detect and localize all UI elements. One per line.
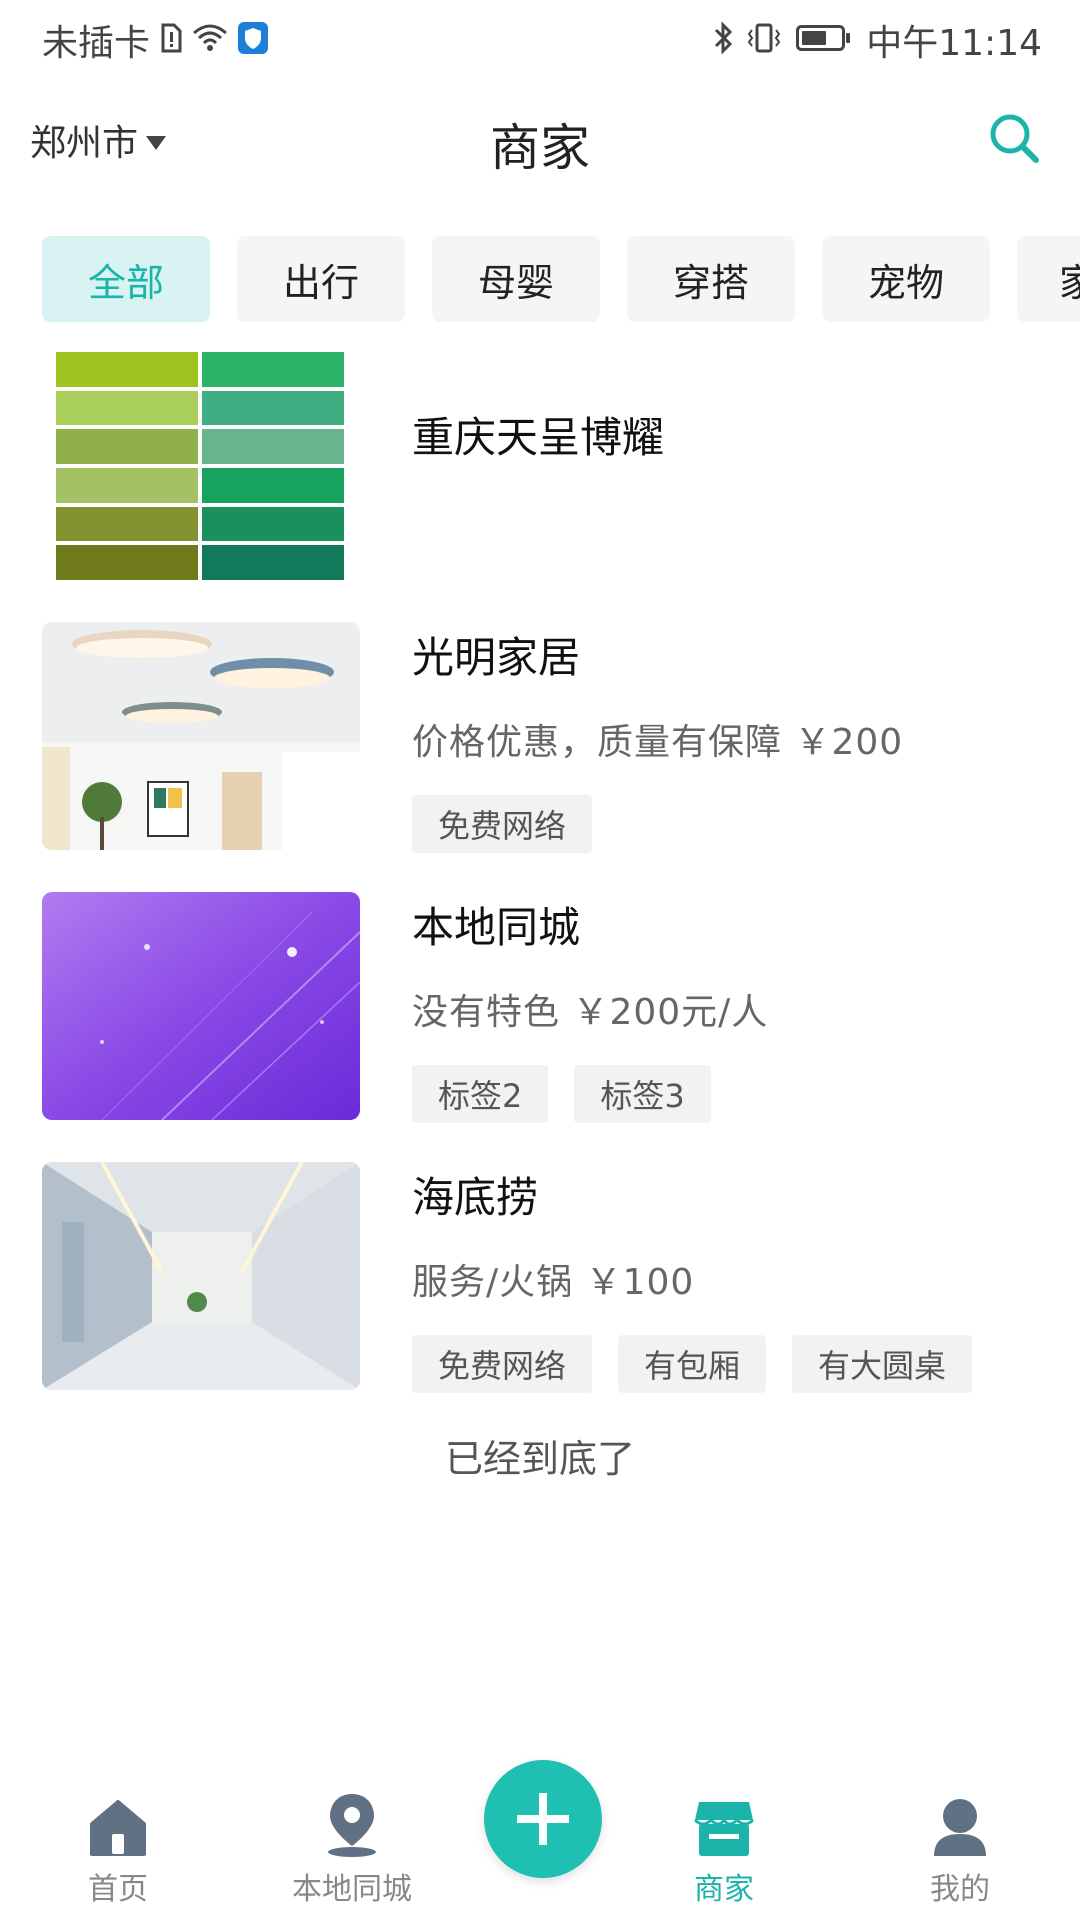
merchant-thumbnail	[42, 622, 360, 850]
shield-icon	[238, 22, 269, 58]
nav-mine[interactable]: 我的	[870, 1792, 1050, 1908]
search-button[interactable]	[986, 110, 1042, 166]
merchant-info: 重庆天呈博耀	[412, 402, 1050, 465]
tab-label: 出行	[282, 260, 359, 305]
vibrate-icon	[746, 22, 782, 58]
merchant-item[interactable]: 光明家居 价格优惠，质量有保障 ￥200 免费网络	[0, 622, 1080, 892]
bottom-nav: 首页 本地同城 商家 我的	[0, 1760, 1080, 1920]
merchant-thumbnail	[42, 1162, 360, 1390]
color-palette-image	[56, 352, 344, 580]
merchant-tag: 有大圆桌	[792, 1335, 973, 1393]
tab-label: 母婴	[477, 260, 554, 305]
merchant-thumbnail	[42, 892, 360, 1120]
nav-label: 我的	[930, 1872, 990, 1907]
merchant-info: 光明家居 价格优惠，质量有保障 ￥200 免费网络	[412, 622, 1050, 853]
merchant-name: 重庆天呈博耀	[412, 413, 665, 462]
user-icon	[870, 1792, 1050, 1858]
page-title: 商家	[490, 119, 590, 177]
app-header: 郑州市 商家	[0, 90, 1080, 190]
merchant-info: 本地同城 没有特色 ￥200元/人 标签2 标签3	[412, 892, 1050, 1123]
nav-label: 首页	[88, 1872, 148, 1907]
nav-label: 本地同城	[292, 1872, 412, 1907]
merchant-tag: 免费网络	[412, 795, 593, 853]
merchant-tag: 免费网络	[412, 1335, 593, 1393]
tab-label: 全部	[87, 260, 164, 305]
merchant-item[interactable]: 重庆天呈博耀	[0, 352, 1080, 622]
ceiling-lamps-image	[42, 622, 360, 850]
tab-fashion[interactable]: 穿搭	[627, 236, 795, 322]
sim-alert-icon	[160, 23, 182, 57]
corridor-image	[42, 1162, 360, 1390]
wifi-icon	[192, 23, 228, 57]
battery-icon	[796, 24, 852, 56]
location-pin-icon	[262, 1792, 442, 1858]
merchant-list: 重庆天呈博耀 光明家居 价格优惠，质量有保障 ￥200 免费网络 本地同城 没有…	[0, 352, 1080, 1432]
carrier-text: 未插卡	[42, 23, 151, 64]
search-icon	[990, 114, 1039, 163]
merchant-name: 海底捞	[412, 1173, 539, 1222]
merchant-tag: 标签2	[412, 1065, 549, 1123]
purple-gradient-image	[42, 892, 360, 1120]
status-right: 中午11:14	[712, 14, 1042, 66]
home-icon	[28, 1792, 208, 1858]
merchant-name: 本地同城	[412, 903, 581, 952]
merchant-thumbnail	[56, 352, 344, 580]
merchant-info: 海底捞 服务/火锅 ￥100 免费网络 有包厢 有大圆桌	[412, 1162, 1050, 1393]
tab-baby[interactable]: 母婴	[432, 236, 600, 322]
clock: 中午11:14	[866, 23, 1042, 64]
merchant-tag: 有包厢	[618, 1335, 767, 1393]
merchant-tags: 免费网络 有包厢 有大圆桌	[412, 1335, 1050, 1393]
nav-home[interactable]: 首页	[28, 1792, 208, 1908]
merchant-tag: 标签3	[574, 1065, 711, 1123]
status-bar: 未插卡 中午11:14	[0, 0, 1080, 76]
tab-travel[interactable]: 出行	[237, 236, 405, 322]
tab-all[interactable]: 全部	[42, 236, 210, 322]
merchant-desc: 价格优惠，质量有保障 ￥200	[412, 722, 904, 763]
merchant-name: 光明家居	[412, 633, 581, 682]
tab-label: 穿搭	[672, 260, 749, 305]
list-end-text: 已经到底了	[444, 1437, 635, 1481]
tab-label: 宠物	[867, 260, 944, 305]
tab-label: 家	[1059, 260, 1080, 305]
nav-label: 商家	[694, 1872, 754, 1907]
plus-icon	[517, 1793, 569, 1845]
merchant-tags: 标签2 标签3	[412, 1065, 1050, 1123]
add-button[interactable]	[484, 1760, 602, 1878]
merchant-screen: 未插卡 中午11:14 郑州市 商家 全部 出行 母婴 穿搭 宠物 家 重庆天呈…	[0, 0, 1080, 1920]
category-tabs: 全部 出行 母婴 穿搭 宠物 家	[42, 236, 1080, 322]
store-icon	[634, 1792, 814, 1858]
tab-pets[interactable]: 宠物	[822, 236, 990, 322]
merchant-desc: 服务/火锅 ￥100	[412, 1262, 695, 1303]
merchant-item[interactable]: 本地同城 没有特色 ￥200元/人 标签2 标签3	[0, 892, 1080, 1162]
merchant-tags: 免费网络	[412, 795, 1050, 853]
merchant-desc: 没有特色 ￥200元/人	[412, 992, 769, 1033]
nav-merchant[interactable]: 商家	[634, 1792, 814, 1908]
merchant-item[interactable]: 海底捞 服务/火锅 ￥100 免费网络 有包厢 有大圆桌	[0, 1162, 1080, 1432]
status-left: 未插卡	[42, 14, 269, 66]
tab-home[interactable]: 家	[1017, 236, 1080, 322]
nav-local[interactable]: 本地同城	[262, 1792, 442, 1908]
bluetooth-icon	[712, 21, 734, 59]
